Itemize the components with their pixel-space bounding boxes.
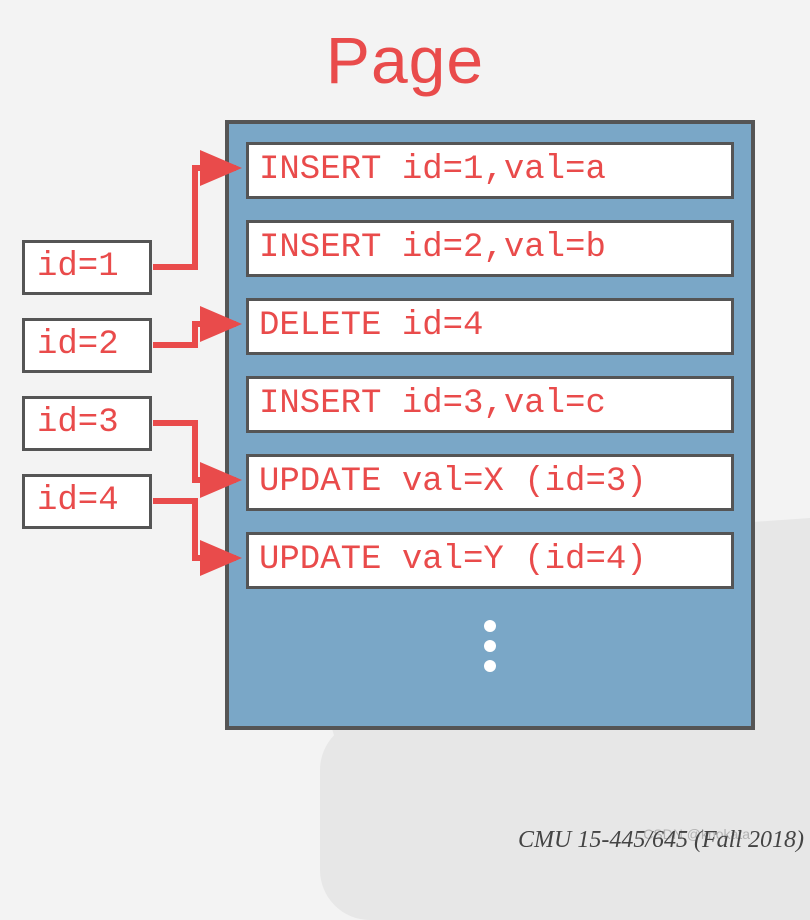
log-entry: INSERT id=3,val=c [246, 376, 734, 433]
bg-shape [320, 720, 810, 920]
log-entry: INSERT id=2,val=b [246, 220, 734, 277]
log-entry: UPDATE val=Y (id=4) [246, 532, 734, 589]
page-container: INSERT id=1,val=a INSERT id=2,val=b DELE… [225, 120, 755, 730]
log-entry: UPDATE val=X (id=3) [246, 454, 734, 511]
ellipsis-icon [484, 612, 496, 680]
page-title: Page [0, 22, 810, 98]
index-item-2: id=2 [22, 318, 152, 373]
index-item-4: id=4 [22, 474, 152, 529]
log-entry: INSERT id=1,val=a [246, 142, 734, 199]
footer-credit: CMU 15-445/645 (Fall 2018) [518, 827, 804, 854]
index-item-1: id=1 [22, 240, 152, 295]
index-item-3: id=3 [22, 396, 152, 451]
log-entry: DELETE id=4 [246, 298, 734, 355]
